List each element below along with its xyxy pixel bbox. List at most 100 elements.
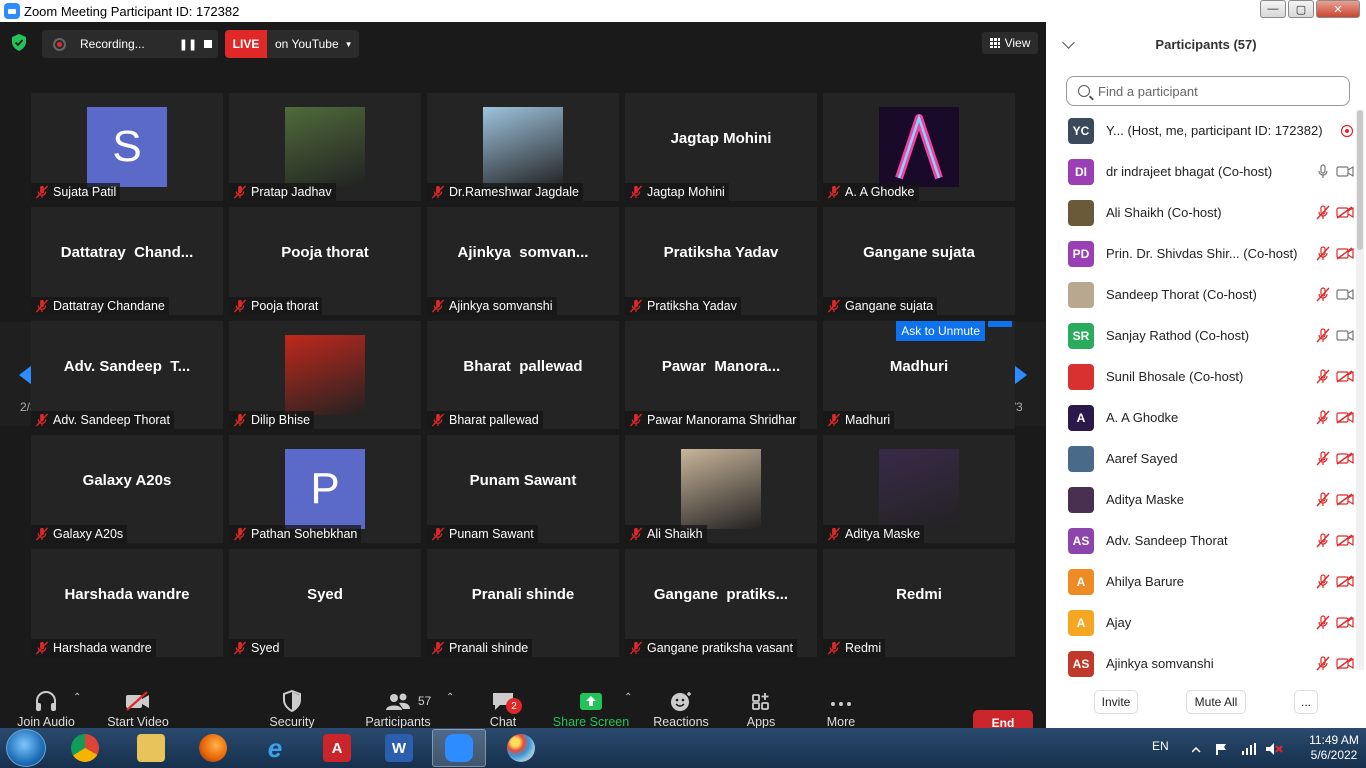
participant-row[interactable]: A Ahilya Barure	[1046, 561, 1356, 602]
headphones-icon	[36, 691, 56, 711]
participant-search-field[interactable]: Find a participant	[1066, 76, 1350, 106]
video-tile[interactable]: Gangane pratiks... Gangane pratiksha vasa…	[625, 549, 817, 657]
video-tile[interactable]: Pratap Jadhav	[229, 93, 421, 201]
participant-row[interactable]: Sunil Bhosale (Co-host)	[1046, 356, 1356, 397]
participant-row[interactable]: AS Adv. Sandeep Thorat	[1046, 520, 1356, 561]
taskbar-acrobat[interactable]: A	[310, 729, 364, 767]
tile-name-label: Dattatray Chandane	[31, 297, 169, 315]
stop-recording-button[interactable]	[204, 40, 212, 48]
taskbar-explorer[interactable]	[124, 729, 178, 767]
taskbar-word[interactable]: W	[372, 729, 426, 767]
participant-row[interactable]: AS Ajinkya somvanshi	[1046, 643, 1356, 684]
window-controls: — ▢ ✕	[1258, 0, 1360, 18]
video-tile[interactable]: Punam Sawant Punam Sawant	[427, 435, 619, 543]
mic-muted-icon[interactable]	[1316, 287, 1330, 302]
video-tile[interactable]: Ajinkya somvan... Ajinkya somvanshi	[427, 207, 619, 315]
minimize-button[interactable]: —	[1260, 0, 1286, 18]
mic-muted-icon[interactable]	[1316, 410, 1330, 425]
participant-name: Ali Shaikh	[647, 527, 703, 541]
firefox-icon	[199, 734, 227, 762]
mic-muted-icon[interactable]	[1316, 656, 1330, 671]
participant-row[interactable]: SR Sanjay Rathod (Co-host)	[1046, 315, 1356, 356]
video-tile[interactable]: Madhuri Madhuri Ask to Unmute	[823, 321, 1015, 429]
participants-icon	[386, 693, 410, 710]
participants-scrollbar[interactable]	[1356, 110, 1364, 670]
video-tile[interactable]: Harshada wandre Harshada wandre	[31, 549, 223, 657]
pause-recording-button[interactable]: ❚❚	[176, 38, 200, 51]
invite-button[interactable]: Invite	[1094, 690, 1138, 714]
video-tile[interactable]: Dilip Bhise	[229, 321, 421, 429]
ask-to-unmute-button[interactable]: Ask to Unmute	[896, 321, 985, 341]
video-tile[interactable]: Aditya Maske	[823, 435, 1015, 543]
tile-options-tab[interactable]	[988, 321, 1012, 327]
video-tile[interactable]: A. A Ghodke	[823, 93, 1015, 201]
start-button[interactable]	[6, 729, 46, 767]
mic-muted-icon[interactable]	[1316, 328, 1330, 343]
video-tile[interactable]: S Sujata Patil	[31, 93, 223, 201]
video-tile[interactable]: Pratiksha Yadav Pratiksha Yadav	[625, 207, 817, 315]
share-options-caret[interactable]: ⌃	[624, 692, 632, 703]
video-tile[interactable]: Pranali shinde Pranali shinde	[427, 549, 619, 657]
mic-muted-icon[interactable]	[1316, 205, 1330, 220]
tile-name-label: Redmi	[823, 639, 886, 657]
mic-muted-icon[interactable]	[1316, 451, 1330, 466]
participants-label: Participants	[365, 715, 431, 729]
scrollbar-thumb[interactable]	[1357, 110, 1363, 250]
participant-row[interactable]: A A. A Ghodke	[1046, 397, 1356, 438]
taskbar-firefox[interactable]	[186, 729, 240, 767]
mic-muted-icon[interactable]	[1316, 533, 1330, 548]
participant-row[interactable]: Aditya Maske	[1046, 479, 1356, 520]
video-tile[interactable]: Gangane sujata Gangane sujata	[823, 207, 1015, 315]
participant-row[interactable]: Aaref Sayed	[1046, 438, 1356, 479]
avatar-logo	[879, 107, 959, 187]
audio-options-caret[interactable]: ⌃	[73, 692, 81, 703]
video-tile[interactable]: Dr.Rameshwar Jagdale	[427, 93, 619, 201]
participant-name: Harshada wandre	[53, 641, 152, 655]
more-options-button[interactable]: ...	[1294, 690, 1318, 714]
video-tile[interactable]: Dattatray Chand... Dattatray Chandane	[31, 207, 223, 315]
participants-options-caret[interactable]: ⌃	[446, 692, 454, 703]
video-tile[interactable]: Pooja thorat Pooja thorat	[229, 207, 421, 315]
mute-all-button[interactable]: Mute All	[1186, 690, 1246, 714]
video-tile[interactable]: Redmi Redmi	[823, 549, 1015, 657]
close-button[interactable]: ✕	[1316, 0, 1360, 18]
camera-icon	[1336, 329, 1354, 342]
participant-row[interactable]: YC Y... (Host, me, participant ID: 172382…	[1046, 110, 1356, 151]
participant-row[interactable]: A Ajay	[1046, 602, 1356, 643]
video-tile[interactable]: Adv. Sandeep T... Adv. Sandeep Thorat	[31, 321, 223, 429]
video-tile[interactable]: Ali Shaikh	[625, 435, 817, 543]
tray-icons[interactable]	[1192, 742, 1302, 756]
mic-muted-icon[interactable]	[1316, 615, 1330, 630]
video-tile[interactable]: Jagtap Mohini Jagtap Mohini	[625, 93, 817, 201]
language-indicator[interactable]: EN	[1152, 739, 1169, 753]
video-tile[interactable]: Galaxy A20s Galaxy A20s	[31, 435, 223, 543]
taskbar-paint[interactable]	[494, 729, 548, 767]
clock[interactable]: 11:49 AM 5/6/2022	[1304, 733, 1364, 763]
taskbar-zoom[interactable]	[432, 729, 486, 767]
shield-icon[interactable]	[11, 34, 27, 51]
video-tile[interactable]: P Pathan Sohebkhan	[229, 435, 421, 543]
video-tile[interactable]: Bharat pallewad Bharat pallewad	[427, 321, 619, 429]
taskbar-internet-explorer[interactable]: e	[248, 729, 302, 767]
avatar-photo	[879, 449, 959, 529]
camera-off-icon	[1336, 411, 1354, 424]
video-tile[interactable]: Syed Syed	[229, 549, 421, 657]
mic-muted-icon[interactable]	[1316, 492, 1330, 507]
participant-row[interactable]: Sandeep Thorat (Co-host)	[1046, 274, 1356, 315]
mic-muted-icon[interactable]	[1316, 246, 1330, 261]
video-tile[interactable]: Pawar Manora... Pawar Manorama Shridhar	[625, 321, 817, 429]
participant-row[interactable]: PD Prin. Dr. Shivdas Shir... (Co-host)	[1046, 233, 1356, 274]
taskbar-chrome[interactable]	[58, 729, 112, 767]
participant-status-icons	[1312, 615, 1356, 631]
mic-muted-icon[interactable]	[1316, 574, 1330, 589]
participant-name: Redmi	[845, 641, 882, 655]
live-stream-indicator[interactable]: LIVE on YouTube ▼	[225, 30, 359, 58]
participant-name: Ajinkya somvanshi	[1106, 656, 1214, 671]
maximize-button[interactable]: ▢	[1288, 0, 1314, 18]
view-button[interactable]: View	[982, 32, 1038, 54]
participant-row[interactable]: DI dr indrajeet bhagat (Co-host)	[1046, 151, 1356, 192]
participant-status-icons	[1312, 123, 1356, 139]
microphone-icon[interactable]	[1316, 164, 1330, 179]
participant-row[interactable]: Ali Shaikh (Co-host)	[1046, 192, 1356, 233]
mic-muted-icon[interactable]	[1316, 369, 1330, 384]
